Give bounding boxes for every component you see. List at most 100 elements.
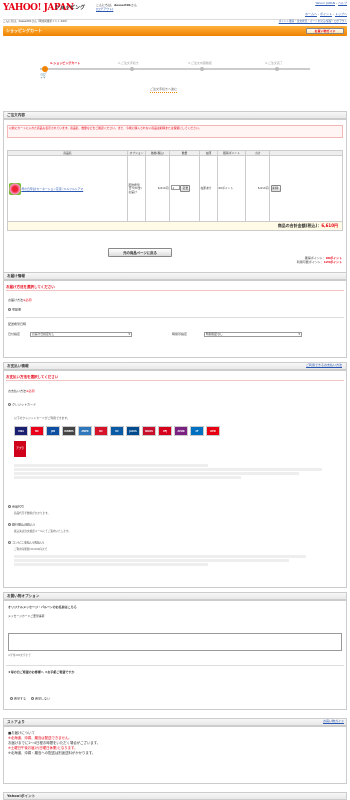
gift-options: 希望する 希望しない xyxy=(10,697,50,701)
delete-cell: 削除 xyxy=(269,155,343,223)
conv-detail-line xyxy=(14,555,306,558)
pay-required: ※必須 xyxy=(26,389,35,393)
credit-radio[interactable] xyxy=(8,403,11,406)
table-row: 母の日早割!カーネーション花束 (ミルフルシアマ 配送希望日:5/8(金)お届け… xyxy=(7,155,343,223)
furikomi-note: 振込先は注文確認メールにてご案内いたします。 xyxy=(14,530,71,533)
rakuten-card-icon: アプラ xyxy=(14,441,26,457)
card-logo-uc-icon: UC xyxy=(110,426,124,436)
order-notice: 以前にカートに入れた商品も表示されています。商品名、数量などをご確認ください。ま… xyxy=(7,125,343,138)
card-logo-jcb-icon: JCB xyxy=(46,426,60,436)
credit-option[interactable]: クレジットカード xyxy=(8,403,36,407)
user-bar: こんにちは、dessert01さん（利用可能ポイント:100） ポイント獲得・注… xyxy=(3,19,347,24)
back-button[interactable]: 元の商品ページに戻る xyxy=(108,248,172,257)
options-sub: オリジナルメッセージ・バルーンのお名前はこちら xyxy=(8,605,77,609)
shopping-guide-button[interactable]: お買い物ガイド xyxy=(306,28,344,34)
cod-radio[interactable] xyxy=(8,505,11,508)
cart-bar: ショッピングカート お買い物ガイド xyxy=(3,26,347,36)
gift-no-radio[interactable] xyxy=(30,697,34,700)
conv-details xyxy=(14,555,338,571)
required-mark: ※必須 xyxy=(23,298,32,302)
item-subtotal: 6,610円 xyxy=(245,155,270,223)
payment-heading: お支払い情報 xyxy=(3,362,347,370)
card-logo-mc-icon: MC xyxy=(30,426,44,436)
step-1: 1.ショッピングカート xyxy=(50,61,81,65)
credit-text: クレジットカード xyxy=(12,402,37,407)
delivery-box: お届け方法を選択してください お届け方法※必須 宅配便 配送希望日時 日付指定 … xyxy=(3,280,347,358)
message-textarea[interactable] xyxy=(8,633,342,651)
payment-method-label: お支払い方法※必須 xyxy=(8,389,35,394)
points-link[interactable]: ポイント xyxy=(320,12,332,16)
item-points: 60ポイント xyxy=(217,155,246,223)
card-logo-diners-icon: DINERS xyxy=(62,426,76,436)
footer-heading: Yahoo!ポイント xyxy=(3,792,347,800)
delivery-sub: お届け方法を選択してください xyxy=(6,285,344,292)
delivery-method-option[interactable]: 宅配便 xyxy=(8,308,21,312)
credit-detail-line xyxy=(14,468,322,471)
cod-option[interactable]: 商品代引 xyxy=(8,505,24,509)
qty-cell: 1 変更 xyxy=(169,155,200,223)
top-link[interactable]: トップへ xyxy=(335,12,347,16)
furikomi-radio[interactable] xyxy=(8,523,11,526)
delete-button[interactable]: 削除 xyxy=(270,185,281,193)
day-label: 日付指定 xyxy=(8,332,21,336)
options-box: オリジナルメッセージ・バルーンのお名前はこちら メッセージカードご要望事項 ※半… xyxy=(3,600,347,710)
user-bar-text: こんにちは、dessert01さん（利用可能ポイント:100） xyxy=(3,20,69,23)
right-links: ホームへ - ポイント - トップへ xyxy=(305,12,347,16)
divider xyxy=(6,665,344,666)
credit-detail-line xyxy=(14,472,300,475)
credit-note: 以下のクレジットカードがご利用できます。 xyxy=(14,416,70,420)
pay-label: お支払い方法 xyxy=(8,389,27,393)
gift-yes-text: 希望する xyxy=(14,696,27,701)
store-box: ■お届けについて ※北海道、沖縄、離島は配送できません。 お届けまでに2～4日程… xyxy=(3,726,347,784)
furikomi-option[interactable]: 銀行振込(前払い) xyxy=(8,523,35,527)
store-line: ※北海道、沖縄・離島への配送は別途送料がかかります。 xyxy=(8,751,96,756)
shopping-label[interactable]: ショッピング xyxy=(55,5,85,11)
user-bar-links[interactable]: ポイント獲得・注文状況・カートを見る/保留・ログアウト xyxy=(279,20,347,23)
card-logo-aeon-icon: AEON xyxy=(174,426,188,436)
logout-link[interactable]: [ログアウト] xyxy=(96,7,113,11)
divider xyxy=(6,317,344,318)
conv-radio[interactable] xyxy=(8,541,11,544)
store-heading: ストアより xyxy=(3,718,347,726)
conv-note: ご利用可能額 50,000円まで xyxy=(14,548,48,551)
method-label: お届け方法 xyxy=(8,298,24,302)
flower-image[interactable] xyxy=(8,182,21,195)
store-guide-link[interactable]: お買い物ガイド xyxy=(323,719,344,724)
gift-yes-radio[interactable] xyxy=(10,697,13,700)
card-logo-visa-icon: VISA xyxy=(14,426,28,436)
item-cell: 母の日早割!カーネーション花束 (ミルフルシアマ xyxy=(7,155,128,223)
gift-no-text: 希望しない xyxy=(34,696,50,701)
step-note: ご注文手続きへ進む xyxy=(150,87,178,93)
step-4: 4.ご注文完了 xyxy=(265,61,283,65)
method-text: 宅配便 xyxy=(12,307,22,312)
order-table: 商品名 オプション 価格(税込) 数量 在庫 獲得ポイント 小計 母の日早割!カ… xyxy=(7,149,343,223)
options-heading: お買い物オプション xyxy=(3,592,347,600)
step-dot-2 xyxy=(130,67,134,71)
card-logos: VISA MC JCB DINERS AMEX DC UC JACCS NICOS UFJ AEON… xyxy=(14,426,344,450)
qty-update-button[interactable]: 変更 xyxy=(180,185,191,193)
message-label: メッセージカードご要望事項 xyxy=(8,614,45,618)
item-name-link[interactable]: 母の日早割!カーネーション花束 (ミルフルシアマ xyxy=(21,187,83,191)
username: dessert01 xyxy=(114,3,131,7)
qty-input[interactable]: 1 xyxy=(170,185,180,191)
payment-methods-link[interactable]: ご利用できるお支払い方法 xyxy=(306,363,342,368)
card-logo-amex-icon: AMEX xyxy=(78,426,92,436)
time-select[interactable]: 時間指定なし xyxy=(204,332,302,337)
greeting: こんにちは、dessert01さん [ログアウト] xyxy=(96,3,137,12)
item-stock: 在庫あり xyxy=(199,155,218,223)
conv-option[interactable]: コンビニ支払い(先払い) xyxy=(8,541,44,545)
yahoo-japan-link[interactable]: Yahoo! JAPAN xyxy=(315,1,335,5)
help-link[interactable]: ヘルプ xyxy=(338,1,347,5)
cod-text: 商品代引 xyxy=(12,504,25,509)
payment-sub: お支払い方法を選択してください xyxy=(6,375,344,382)
method-radio[interactable] xyxy=(8,308,11,311)
item-price: 6,610円 xyxy=(145,155,170,223)
cart-icon: 🛒 xyxy=(40,72,48,79)
step-dot-4 xyxy=(275,67,279,71)
home-link[interactable]: ホームへ xyxy=(305,12,317,16)
card-logo-nicos-icon: NICOS xyxy=(142,426,156,436)
order-table-wrap: 商品名 オプション 価格(税込) 数量 在庫 獲得ポイント 小計 母の日早割!カ… xyxy=(7,149,343,232)
gift-label: ★母の日ご希望のお客様へ ★お手紙ご希望ですか xyxy=(8,670,75,674)
day-select[interactable]: お届け日指定なし xyxy=(30,332,132,337)
cod-note: 商品代引手数料がかかります。 xyxy=(14,512,51,515)
